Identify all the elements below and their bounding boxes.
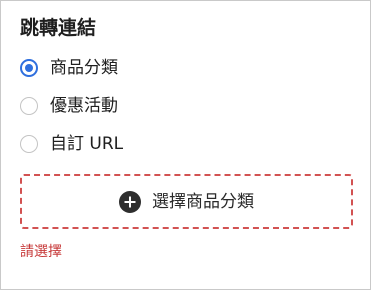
link-type-radio-group: 商品分類 優惠活動 自訂 URL — [20, 49, 320, 163]
radio-option-promotion[interactable]: 優惠活動 — [20, 87, 320, 125]
radio-label: 自訂 URL — [50, 134, 124, 154]
radio-button[interactable] — [20, 97, 38, 115]
validation-error-message: 請選擇 — [20, 244, 62, 260]
select-category-button[interactable]: 選擇商品分類 — [20, 174, 353, 229]
radio-label: 優惠活動 — [50, 96, 118, 116]
plus-circle-icon — [119, 190, 141, 213]
radio-option-product-category[interactable]: 商品分類 — [20, 49, 320, 87]
link-settings-panel: 跳轉連結 商品分類 優惠活動 自訂 URL 選擇商品分類 請選擇 — [0, 0, 371, 290]
radio-button-checked[interactable] — [20, 59, 38, 77]
radio-option-custom-url[interactable]: 自訂 URL — [20, 125, 320, 163]
radio-label: 商品分類 — [50, 58, 118, 78]
radio-button[interactable] — [20, 135, 38, 153]
select-category-label: 選擇商品分類 — [152, 191, 254, 212]
section-title: 跳轉連結 — [20, 17, 97, 39]
